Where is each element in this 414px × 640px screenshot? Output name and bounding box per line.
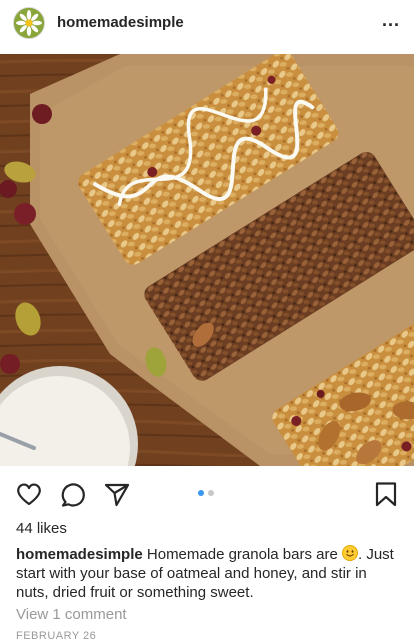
- granola-bars-photo: [0, 54, 414, 466]
- view-comments-link[interactable]: View 1 comment: [16, 606, 127, 623]
- caption-username[interactable]: homemadesimple: [16, 546, 143, 563]
- smiling-face-emoji-icon: [342, 545, 358, 561]
- post-date: FEBRUARY 26: [16, 630, 97, 640]
- more-options-icon[interactable]: ...: [382, 10, 400, 31]
- post-photo[interactable]: [0, 54, 414, 466]
- heart-icon[interactable]: [15, 480, 43, 508]
- carousel-indicator: [198, 490, 214, 496]
- comment-icon[interactable]: [59, 480, 87, 508]
- likes-count[interactable]: 44 likes: [16, 520, 67, 537]
- post-caption: homemadesimple Homemade granola bars are…: [16, 545, 402, 602]
- bookmark-icon[interactable]: [372, 480, 400, 508]
- action-bar: [0, 470, 414, 514]
- post-username[interactable]: homemadesimple: [57, 14, 184, 31]
- caption-text: Homemade granola bars are: [146, 546, 338, 563]
- daisy-avatar-icon: [14, 8, 44, 38]
- post-header: homemadesimple ...: [0, 0, 414, 46]
- send-icon[interactable]: [103, 480, 131, 508]
- avatar[interactable]: [13, 7, 45, 39]
- carousel-dot-active: [198, 490, 204, 496]
- carousel-dot: [208, 490, 214, 496]
